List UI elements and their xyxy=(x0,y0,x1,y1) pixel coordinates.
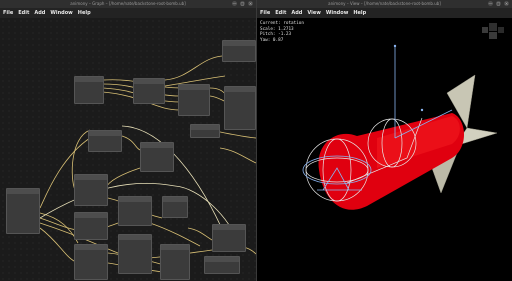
node-title-bar[interactable] xyxy=(223,41,255,46)
wire xyxy=(187,227,213,241)
gizmo-handle-point[interactable] xyxy=(393,44,397,48)
minimize-button[interactable]: — xyxy=(232,1,237,6)
node-title-bar[interactable] xyxy=(7,189,39,194)
maximize-button[interactable]: □ xyxy=(496,1,501,6)
menu-edit[interactable]: Edit xyxy=(18,8,29,18)
node-title-bar[interactable] xyxy=(179,85,209,90)
graph-node[interactable] xyxy=(160,244,190,280)
menu-view[interactable]: View xyxy=(307,8,321,18)
graph-node[interactable] xyxy=(222,40,256,62)
node-title-bar[interactable] xyxy=(75,77,103,82)
minimize-button[interactable]: — xyxy=(488,1,493,6)
graph-node[interactable] xyxy=(118,196,152,226)
graph-node[interactable] xyxy=(133,78,165,104)
wire xyxy=(39,212,79,244)
graph-window: animony – Graph – [/home/nate/backstone-… xyxy=(0,0,256,281)
rocket-scene xyxy=(302,44,498,210)
node-title-bar[interactable] xyxy=(161,245,189,250)
desktop: animony – Graph – [/home/nate/backstone-… xyxy=(0,0,512,281)
node-graph-canvas[interactable] xyxy=(0,18,256,281)
graph-node[interactable] xyxy=(224,86,256,130)
node-title-bar[interactable] xyxy=(119,235,151,240)
node-title-bar[interactable] xyxy=(191,125,219,130)
node-title-bar[interactable] xyxy=(75,175,107,180)
wire xyxy=(121,135,141,151)
node-title-bar[interactable] xyxy=(89,131,121,136)
3d-viewport[interactable]: Current: rotation Scale: 1.2713 Pitch: -… xyxy=(257,18,512,281)
graph-node[interactable] xyxy=(6,188,40,234)
close-button[interactable]: × xyxy=(248,1,253,6)
graph-node[interactable] xyxy=(204,256,240,274)
graph-node[interactable] xyxy=(74,244,108,280)
node-title-bar[interactable] xyxy=(213,225,245,230)
graph-window-title: animony – Graph – [/home/nate/backstone-… xyxy=(70,1,186,6)
view-window-controls: — □ × xyxy=(488,1,509,6)
gizmo-handle-point[interactable] xyxy=(420,108,424,112)
menu-window[interactable]: Window xyxy=(326,8,348,18)
graph-window-titlebar[interactable]: animony – Graph – [/home/nate/backstone-… xyxy=(0,0,256,8)
graph-node[interactable] xyxy=(212,224,246,252)
node-title-bar[interactable] xyxy=(163,197,187,202)
graph-node[interactable] xyxy=(162,196,188,218)
close-button[interactable]: × xyxy=(504,1,509,6)
node-title-bar[interactable] xyxy=(225,87,255,92)
graph-node[interactable] xyxy=(74,76,104,104)
node-title-bar[interactable] xyxy=(119,197,151,202)
menu-help[interactable]: Help xyxy=(78,8,91,18)
wire xyxy=(164,55,223,81)
node-title-bar[interactable] xyxy=(205,257,239,262)
node-title-bar[interactable] xyxy=(75,213,107,218)
menu-add[interactable]: Add xyxy=(34,8,45,18)
menu-file[interactable]: File xyxy=(3,8,13,18)
graph-window-controls: — □ × xyxy=(232,1,253,6)
node-title-bar[interactable] xyxy=(75,245,107,250)
wire xyxy=(149,222,201,247)
graph-node[interactable] xyxy=(88,130,122,152)
wire xyxy=(219,147,256,164)
view-menubar: File Edit Add View Window Help xyxy=(257,8,512,18)
menu-window[interactable]: Window xyxy=(50,8,72,18)
view-window-titlebar[interactable]: animony – View – [/home/nate/backstone-r… xyxy=(257,0,512,8)
graph-node[interactable] xyxy=(118,234,152,274)
graph-node[interactable] xyxy=(74,174,108,206)
graph-node[interactable] xyxy=(190,124,220,138)
node-title-bar[interactable] xyxy=(141,143,173,148)
node-title-bar[interactable] xyxy=(134,79,164,84)
menu-help[interactable]: Help xyxy=(353,8,366,18)
wire xyxy=(105,167,141,197)
menu-file[interactable]: File xyxy=(260,8,270,18)
graph-node[interactable] xyxy=(74,212,108,240)
graph-node[interactable] xyxy=(140,142,174,172)
menu-add[interactable]: Add xyxy=(291,8,302,18)
view-window: animony – View – [/home/nate/backstone-r… xyxy=(257,0,512,281)
graph-node[interactable] xyxy=(178,84,210,116)
view-window-title: animony – View – [/home/nate/backstone-r… xyxy=(328,1,441,6)
graph-menubar: File Edit Add Window Help xyxy=(0,8,256,18)
menu-edit[interactable]: Edit xyxy=(275,8,286,18)
maximize-button[interactable]: □ xyxy=(240,1,245,6)
